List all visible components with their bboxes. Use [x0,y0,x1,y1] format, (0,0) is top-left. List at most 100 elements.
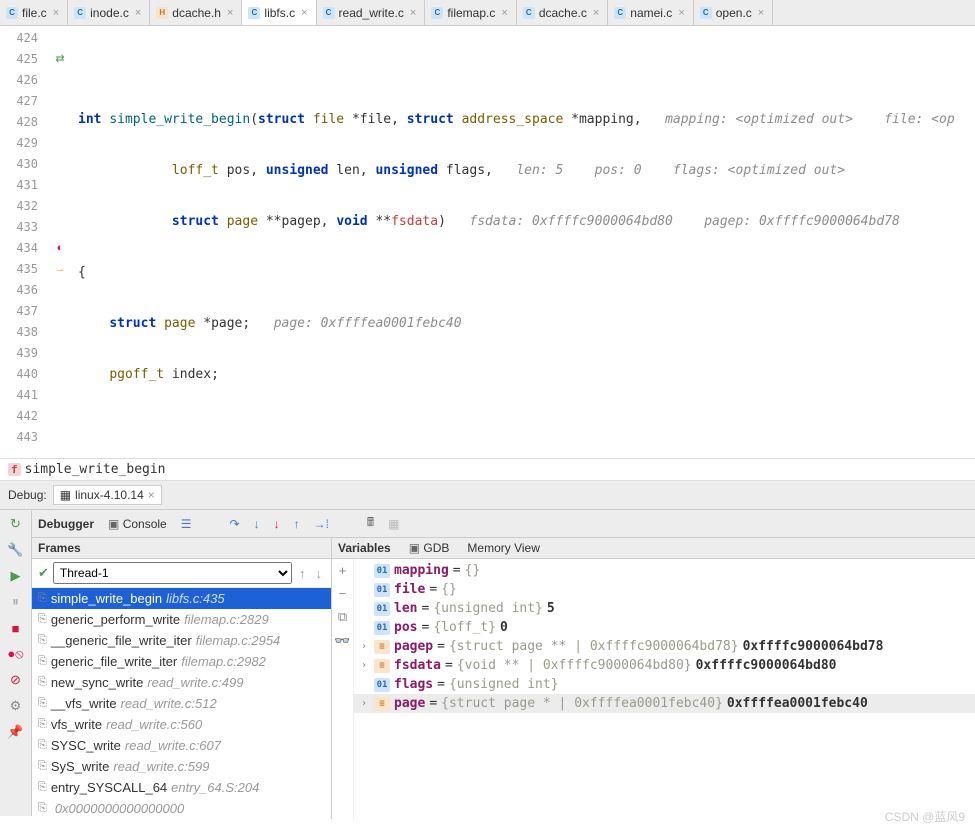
stack-frame[interactable]: ⎘entry_SYSCALL_64 entry_64.S:204 [32,777,331,798]
stack-frame[interactable]: ⎘generic_perform_write filemap.c:2829 [32,609,331,630]
run-to-cursor-icon[interactable]: →⁞ [314,517,329,531]
stack-frame[interactable]: ⎘generic_file_write_iter filemap.c:2982 [32,651,331,672]
file-tab[interactable]: Cfilemap.c× [425,0,516,25]
frame-up-icon[interactable]: ↑ [296,566,309,581]
frame-icon: ⎘ [38,718,47,731]
rerun-icon[interactable]: ↻ [6,514,26,534]
code-area[interactable]: int simple_write_begin(struct file *file… [74,26,975,458]
pin-icon[interactable]: 📌 [6,722,26,742]
function-badge-icon: f [8,463,21,476]
file-tab[interactable]: Cread_write.c× [317,0,426,25]
mute-breakpoints-icon[interactable]: ⊘ [6,670,26,690]
breakpoints-icon[interactable]: ●⦸ [6,644,26,664]
variable-row[interactable]: 01 flags = {unsigned int} [354,675,975,694]
debugger-tab[interactable]: Debugger [38,517,94,531]
frame-function: vfs_write [51,717,102,732]
var-name: len [394,601,417,616]
variable-row[interactable]: ›≡ fsdata = {void ** | 0xffffc9000064bd8… [354,656,975,675]
file-tab[interactable]: Hdcache.h× [150,0,242,25]
close-icon[interactable]: × [51,7,61,19]
file-tab[interactable]: Cnamei.c× [608,0,693,25]
console-tab[interactable]: ▣ Console [108,517,167,531]
copy-icon[interactable]: ⧉ [338,609,347,625]
settings-icon[interactable]: ⚙ [6,696,26,716]
variables-tab[interactable]: Variables [338,541,391,555]
close-icon[interactable]: × [225,7,235,19]
variable-row[interactable]: 01 len = {unsigned int} 5 [354,599,975,618]
var-name: fsdata [394,658,441,673]
add-watch-icon[interactable]: + [339,563,347,578]
debug-area: ↻ 🔧 ▶ ⏸ ■ ●⦸ ⊘ ⚙ 📌 Debugger ▣ Console ☰ … [0,510,975,816]
file-tab[interactable]: Clibfs.c× [242,0,316,25]
gutter-icons: ⇄ ◐→ [46,26,74,458]
close-icon[interactable]: × [299,7,309,19]
wrench-icon[interactable]: 🔧 [6,540,26,560]
var-badge: 01 [374,564,390,578]
close-icon[interactable]: × [676,7,686,19]
stack-frame[interactable]: ⎘simple_write_begin libfs.c:435 [32,588,331,609]
debug-header: Debug: ▦ linux-4.10.14 × [0,481,975,510]
frame-function: new_sync_write [51,675,144,690]
code-editor: 4244254264274284294304314324334344354364… [0,26,975,458]
force-step-into-icon[interactable]: ↓ [274,517,280,531]
stack-frame[interactable]: ⎘vfs_write read_write.c:560 [32,714,331,735]
tab-label: open.c [716,6,752,20]
expand-icon[interactable]: › [358,660,370,671]
close-icon[interactable]: × [133,7,143,19]
close-icon[interactable]: × [408,7,418,19]
stack-frame[interactable]: ⎘__generic_file_write_iter filemap.c:295… [32,630,331,651]
thread-select[interactable]: Thread-1 [53,562,292,584]
step-over-icon[interactable]: ↷ [230,517,240,531]
expand-icon[interactable]: › [358,698,370,709]
var-type: {unsigned int} [433,601,543,616]
glasses-icon[interactable]: 👓 [334,633,350,649]
var-type: {loff_t} [433,620,496,635]
pause-icon[interactable]: ⏸ [6,592,26,612]
file-tab[interactable]: Copen.c× [694,0,773,25]
variable-row[interactable]: ›≡ pagep = {struct page ** | 0xffffc9000… [354,637,975,656]
stack-frame[interactable]: ⎘SyS_write read_write.c:599 [32,756,331,777]
variable-row[interactable]: 01 mapping = {} [354,561,975,580]
file-icon: H [156,7,168,19]
more-icon[interactable]: ▦ [388,517,399,531]
evaluate-icon[interactable]: 🖩 [367,513,374,534]
step-into-icon[interactable]: ↓ [254,517,260,531]
threads-icon[interactable]: ☰ [181,517,192,531]
stack-frame[interactable]: ⎘__vfs_write read_write.c:512 [32,693,331,714]
variables-list: 01 mapping = {} 01 file = {} 01 len = {u… [354,559,975,819]
stop-icon[interactable]: ■ [6,618,26,638]
variable-row[interactable]: 01 file = {} [354,580,975,599]
expand-icon[interactable]: › [358,641,370,652]
file-tab[interactable]: Cfile.c× [0,0,68,25]
file-icon: C [323,7,335,19]
stack-frame[interactable]: ⎘ 0x0000000000000000 [32,798,331,819]
frame-down-icon[interactable]: ↓ [313,566,326,581]
var-name: mapping [394,563,449,578]
debug-session-tab[interactable]: ▦ linux-4.10.14 × [53,485,162,505]
frame-location: entry_64.S:204 [171,780,259,795]
stack-frame[interactable]: ⎘SYSC_write read_write.c:607 [32,735,331,756]
close-icon[interactable]: × [499,7,509,19]
close-icon[interactable]: × [148,488,155,502]
variable-row[interactable]: 01 pos = {loff_t} 0 [354,618,975,637]
stack-frame[interactable]: ⎘new_sync_write read_write.c:499 [32,672,331,693]
var-type: {struct page * | 0xffffea0001febc40} [441,696,723,711]
var-value: 5 [547,601,555,616]
remove-watch-icon[interactable]: − [339,586,347,601]
session-icon: ▦ [60,488,71,502]
file-tab[interactable]: Cinode.c× [68,0,150,25]
memory-tab[interactable]: Memory View [467,541,539,555]
variable-row[interactable]: ›≡ page = {struct page * | 0xffffea0001f… [354,694,975,713]
close-icon[interactable]: × [591,7,601,19]
file-tab[interactable]: Cdcache.c× [517,0,608,25]
var-name: flags [394,677,433,692]
gdb-tab[interactable]: ▣ GDB [409,541,450,555]
frames-header: Frames [32,538,331,559]
check-icon: ✔ [38,565,49,581]
close-icon[interactable]: × [756,7,766,19]
tab-label: dcache.c [539,6,587,20]
resume-icon[interactable]: ▶ [6,566,26,586]
context-bar: fsimple_write_begin [0,458,975,481]
line-gutter: 4244254264274284294304314324334344354364… [0,26,46,458]
step-out-icon[interactable]: ↑ [294,517,300,531]
